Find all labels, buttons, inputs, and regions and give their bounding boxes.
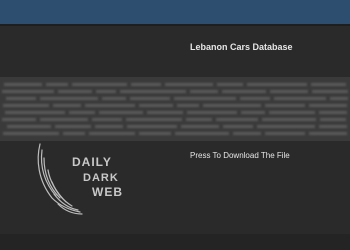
post-title: Lebanon Cars Database [190,42,293,52]
daily-dark-web-logo: DAILY DARK WEB [30,140,140,220]
blurred-text-rows [2,83,348,135]
wing-icon [37,143,83,215]
page: Lebanon Cars Database DAILY DARK WEB Pre… [0,0,350,250]
logo-text-web: WEB [92,185,123,199]
page-bottom-strip [0,234,350,250]
header-divider [0,24,350,26]
logo-text-dark: DARK [83,172,119,184]
site-header-bar [0,0,350,24]
logo-text-daily: DAILY [72,155,112,169]
download-file-link[interactable]: Press To Download The File [190,151,290,160]
blurred-data-preview [0,77,350,141]
